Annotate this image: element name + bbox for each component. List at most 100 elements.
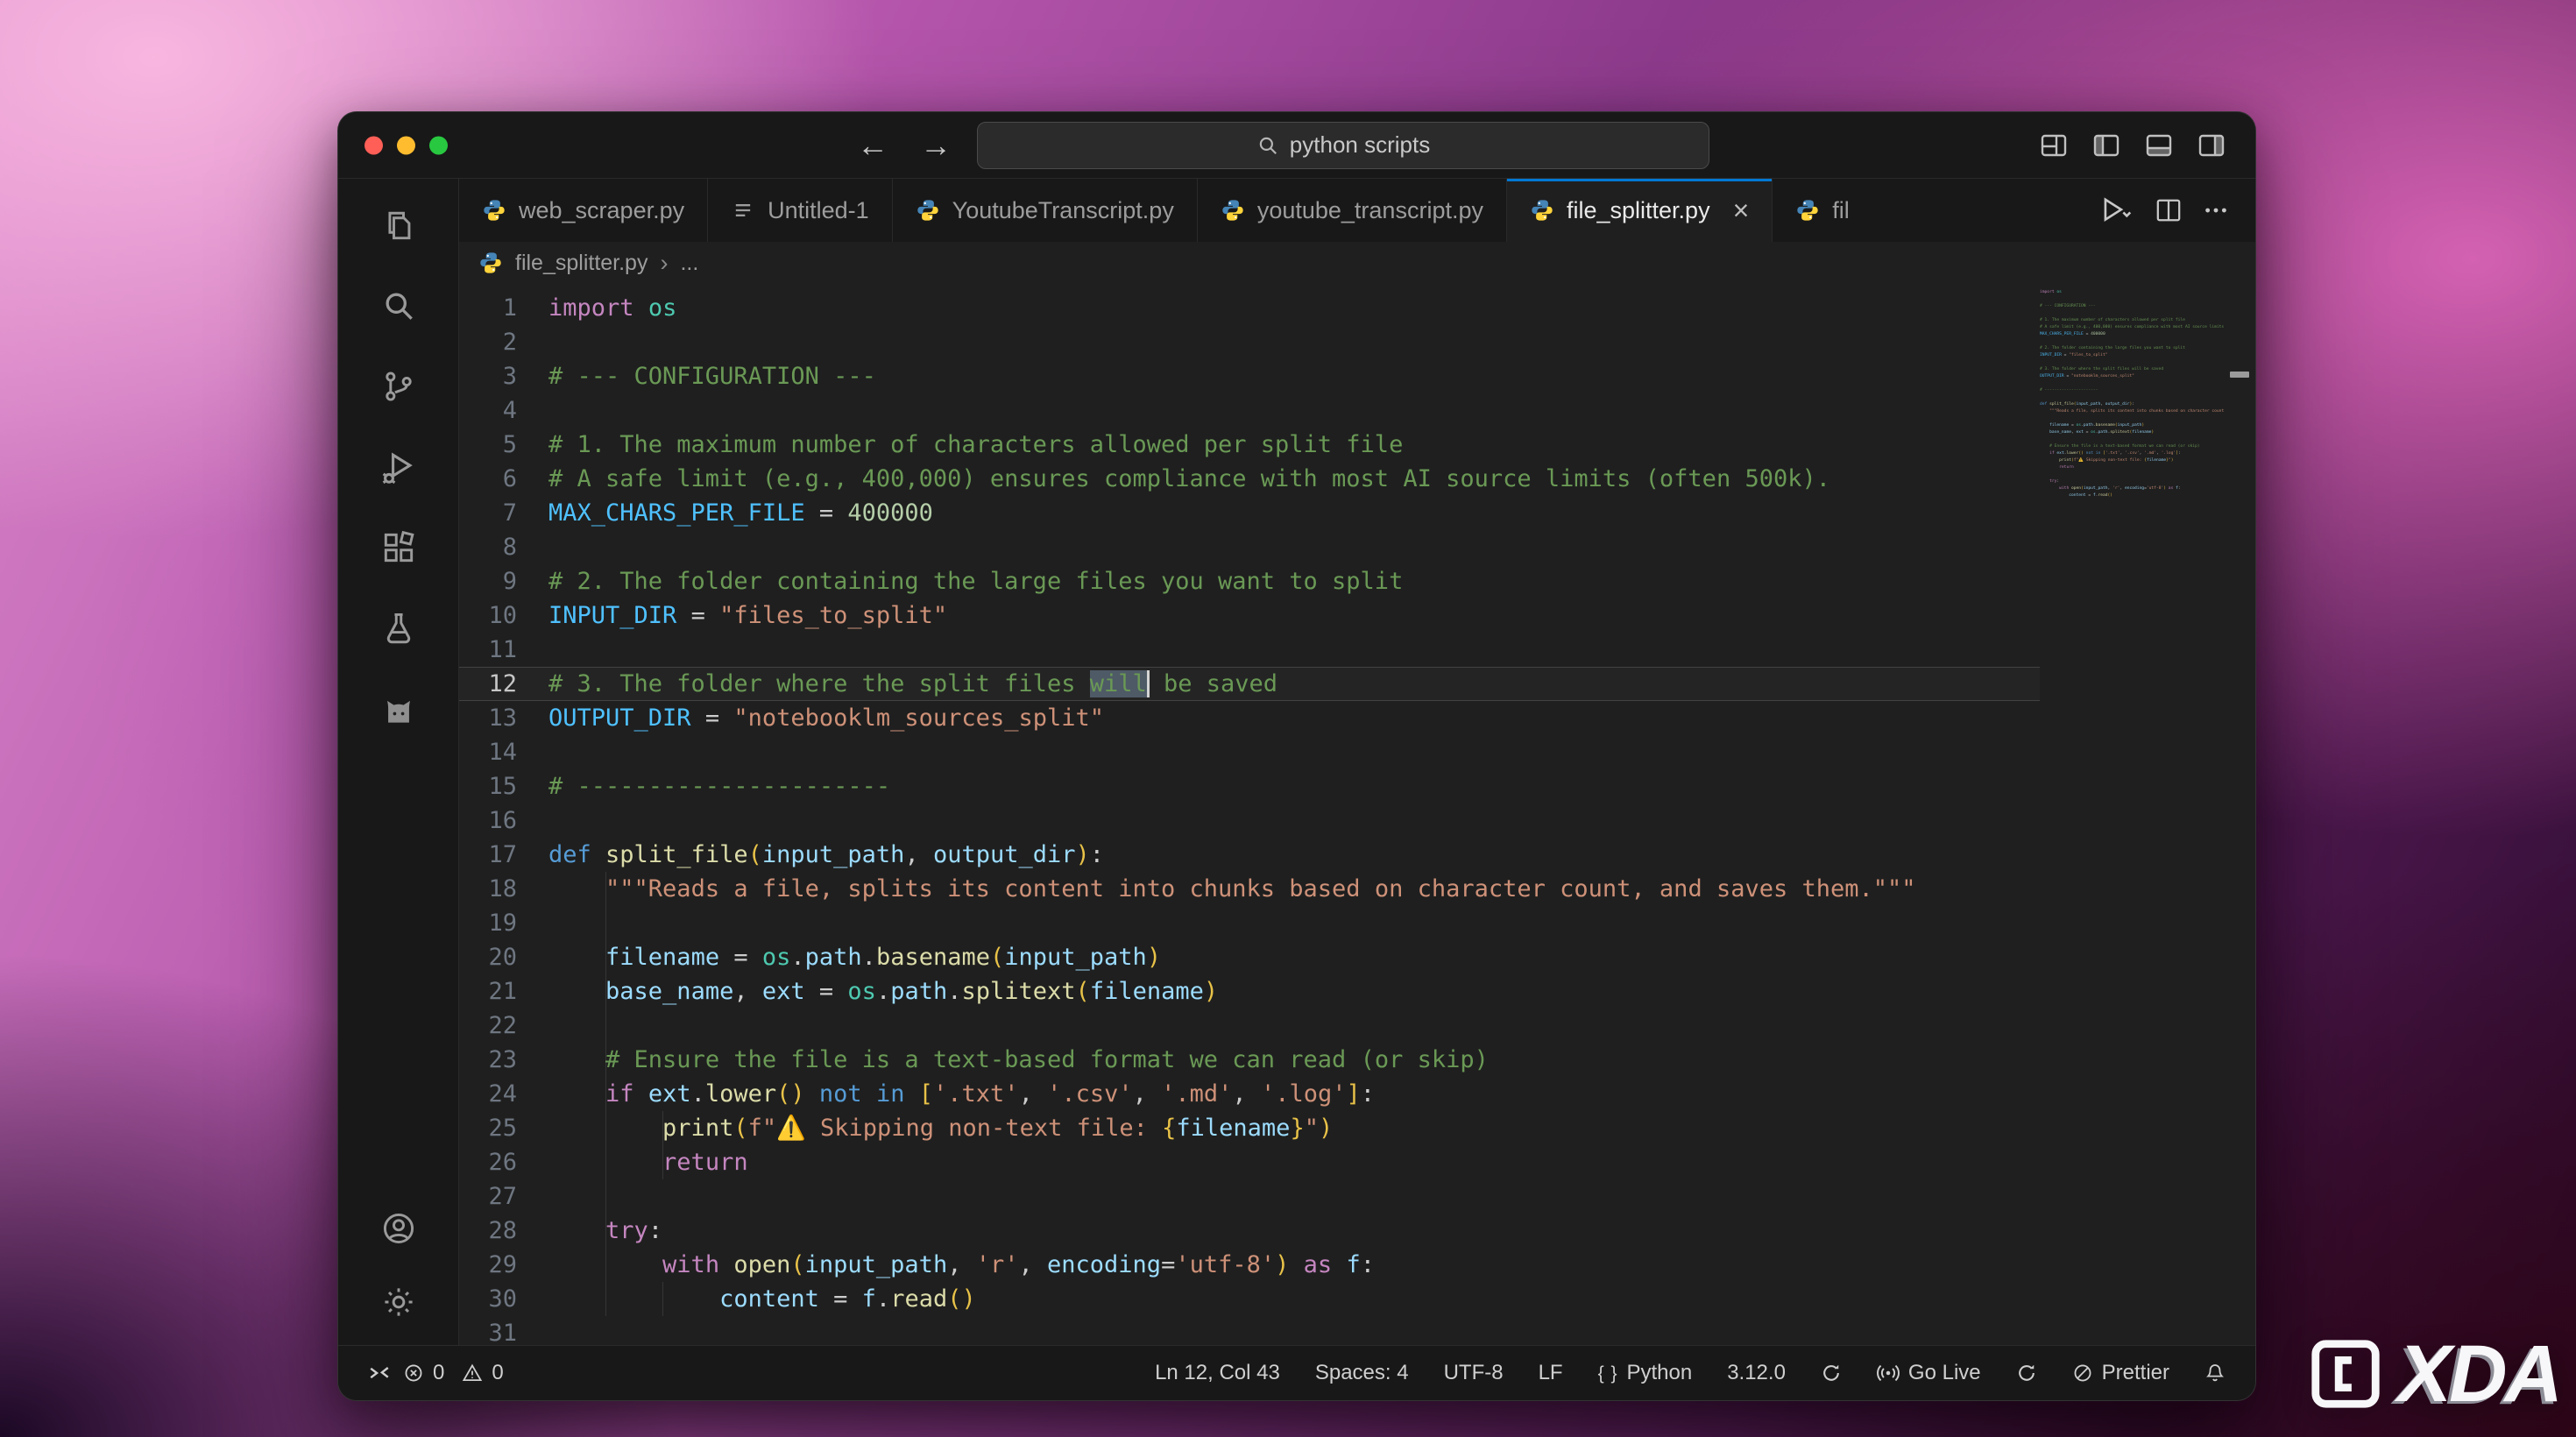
code-line-1[interactable]: 1 import os <box>459 291 2040 325</box>
status-label: Prettier <box>2102 1361 2169 1385</box>
utf-8-status-item[interactable]: UTF-8 <box>1444 1361 1504 1385</box>
line-number: 17 <box>459 838 517 872</box>
run-debug-icon[interactable] <box>379 447 419 487</box>
toggle-panel-icon[interactable] <box>2145 131 2173 159</box>
code-line-28[interactable]: 28 try: <box>459 1214 2040 1248</box>
overview-ruler[interactable] <box>2224 284 2255 1345</box>
bell-icon <box>2204 1363 2226 1384</box>
minimap-line <box>2040 415 2224 422</box>
code-line-23[interactable]: 23 # Ensure the file is a text-based for… <box>459 1043 2040 1077</box>
pets-icon[interactable] <box>379 689 419 729</box>
back-arrow-icon[interactable]: ← <box>857 130 888 161</box>
toggle-primary-sidebar-icon[interactable] <box>2092 131 2120 159</box>
sync-status-item[interactable] <box>2016 1363 2037 1384</box>
minimap-line: def split_file(input_path, output_dir): <box>2040 401 2224 408</box>
zoom-window-button[interactable] <box>429 136 448 154</box>
command-center-search[interactable]: python scripts <box>977 122 1709 169</box>
lf-status-item[interactable]: LF <box>1539 1361 1563 1385</box>
tab-youtube_transcript.py[interactable]: youtube_transcript.py <box>1198 179 1507 242</box>
code-line-13[interactable]: 13 OUTPUT_DIR = "notebooklm_sources_spli… <box>459 701 2040 735</box>
tab-file_splitter.py[interactable]: file_splitter.py × <box>1507 179 1773 242</box>
minimap-line: # --- CONFIGURATION --- <box>2040 303 2224 310</box>
code-line-8[interactable]: 8 <box>459 530 2040 564</box>
forward-arrow-icon[interactable]: → <box>920 130 952 161</box>
code-line-6[interactable]: 6 # A safe limit (e.g., 400,000) ensures… <box>459 462 2040 496</box>
minimap-line <box>2040 359 2224 366</box>
code-line-15[interactable]: 15 # ---------------------- <box>459 769 2040 803</box>
code-line-18[interactable]: 18 """Reads a file, splits its content i… <box>459 872 2040 906</box>
minimap-line <box>2040 296 2224 303</box>
code-line-4[interactable]: 4 <box>459 393 2040 428</box>
minimize-window-button[interactable] <box>397 136 415 154</box>
code-line-29[interactable]: 29 with open(input_path, 'r', encoding='… <box>459 1248 2040 1282</box>
remote-indicator-icon[interactable] <box>368 1362 391 1384</box>
code-line-30[interactable]: 30 content = f.read() <box>459 1282 2040 1316</box>
breadcrumb-ellipsis[interactable]: ... <box>680 251 698 276</box>
extensions-icon[interactable] <box>379 527 419 568</box>
split-editor-icon[interactable] <box>2155 197 2182 223</box>
code-line-12[interactable]: 12 # 3. The folder where the split files… <box>459 667 2040 701</box>
code-line-25[interactable]: 25 print(f"⚠️ Skipping non-text file: {f… <box>459 1111 2040 1145</box>
code-line-content <box>548 1179 2040 1214</box>
code-line-26[interactable]: 26 return <box>459 1145 2040 1179</box>
tab-Untitled-1[interactable]: Untitled-1 <box>708 179 893 242</box>
source-control-icon[interactable] <box>379 366 419 407</box>
customize-layout-icon[interactable] <box>2040 131 2068 159</box>
settings-icon[interactable] <box>379 1282 419 1322</box>
search-icon[interactable] <box>379 286 419 326</box>
code-line-21[interactable]: 21 base_name, ext = os.path.splitext(fil… <box>459 974 2040 1009</box>
code-area[interactable]: 1 import os 2 3 # --- CONFIGURATION --- … <box>459 284 2040 1345</box>
warning-count: 0 <box>492 1361 503 1385</box>
code-line-20[interactable]: 20 filename = os.path.basename(input_pat… <box>459 940 2040 974</box>
code-line-5[interactable]: 5 # 1. The maximum number of characters … <box>459 428 2040 462</box>
more-icon[interactable] <box>2203 197 2229 223</box>
code-line-14[interactable]: 14 <box>459 735 2040 769</box>
history-nav: ← → <box>857 112 952 178</box>
minimap[interactable]: import os# --- CONFIGURATION ---# 1. The… <box>2040 284 2224 1345</box>
close-tab-icon[interactable]: × <box>1733 196 1750 224</box>
code-line-7[interactable]: 7 MAX_CHARS_PER_FILE = 400000 <box>459 496 2040 530</box>
indent-guide <box>662 1111 663 1179</box>
tab-fil[interactable]: fil <box>1773 179 1888 242</box>
code-line-24[interactable]: 24 if ext.lower() not in ['.txt', '.csv'… <box>459 1077 2040 1111</box>
run-icon[interactable] <box>2099 195 2134 226</box>
code-line-17[interactable]: 17 def split_file(input_path, output_dir… <box>459 838 2040 872</box>
code-line-content <box>548 735 2040 769</box>
code-line-9[interactable]: 9 # 2. The folder containing the large f… <box>459 564 2040 598</box>
code-line-content: # Ensure the file is a text-based format… <box>548 1043 2040 1077</box>
bell-status-item[interactable] <box>2204 1363 2226 1384</box>
code-line-10[interactable]: 10 INPUT_DIR = "files_to_split" <box>459 598 2040 633</box>
code-line-31[interactable]: 31 <box>459 1316 2040 1345</box>
minimap-line: content = f.read() <box>2040 492 2224 499</box>
code-line-19[interactable]: 19 <box>459 906 2040 940</box>
tab-web_scraper.py[interactable]: web_scraper.py <box>459 179 708 242</box>
toggle-secondary-sidebar-icon[interactable] <box>2197 131 2226 159</box>
breadcrumb-file[interactable]: file_splitter.py <box>515 251 648 276</box>
minimap-line: return <box>2040 464 2224 471</box>
account-icon[interactable] <box>379 1208 419 1249</box>
sync-status-item[interactable] <box>1821 1363 1842 1384</box>
tab-YoutubeTranscript.py[interactable]: YoutubeTranscript.py <box>893 179 1198 242</box>
testing-icon[interactable] <box>379 608 419 648</box>
code-line-2[interactable]: 2 <box>459 325 2040 359</box>
python-status-item[interactable]: { } Python <box>1598 1361 1693 1385</box>
code-line-16[interactable]: 16 <box>459 803 2040 838</box>
ln-12-col-43-status-item[interactable]: Ln 12, Col 43 <box>1155 1361 1280 1385</box>
code-line-27[interactable]: 27 <box>459 1179 2040 1214</box>
code-line-22[interactable]: 22 <box>459 1009 2040 1043</box>
prettier-status-item[interactable]: Prettier <box>2072 1361 2169 1385</box>
code-line-content: if ext.lower() not in ['.txt', '.csv', '… <box>548 1077 2040 1111</box>
scroll-marker[interactable] <box>2230 372 2249 378</box>
warning-icon <box>462 1363 483 1384</box>
explorer-icon[interactable] <box>379 205 419 245</box>
spaces-4-status-item[interactable]: Spaces: 4 <box>1315 1361 1409 1385</box>
errors-indicator[interactable]: 0 0 <box>403 1361 513 1385</box>
xda-watermark: XDA <box>2307 1334 2560 1414</box>
3-12-0-status-item[interactable]: 3.12.0 <box>1727 1361 1786 1385</box>
code-line-content: content = f.read() <box>548 1282 2040 1316</box>
go-live-status-item[interactable]: Go Live <box>1877 1361 1981 1385</box>
code-line-11[interactable]: 11 <box>459 633 2040 667</box>
close-window-button[interactable] <box>364 136 383 154</box>
code-line-3[interactable]: 3 # --- CONFIGURATION --- <box>459 359 2040 393</box>
vscode-window: ← → python scripts web_scraper.py Untitl… <box>337 111 2256 1401</box>
